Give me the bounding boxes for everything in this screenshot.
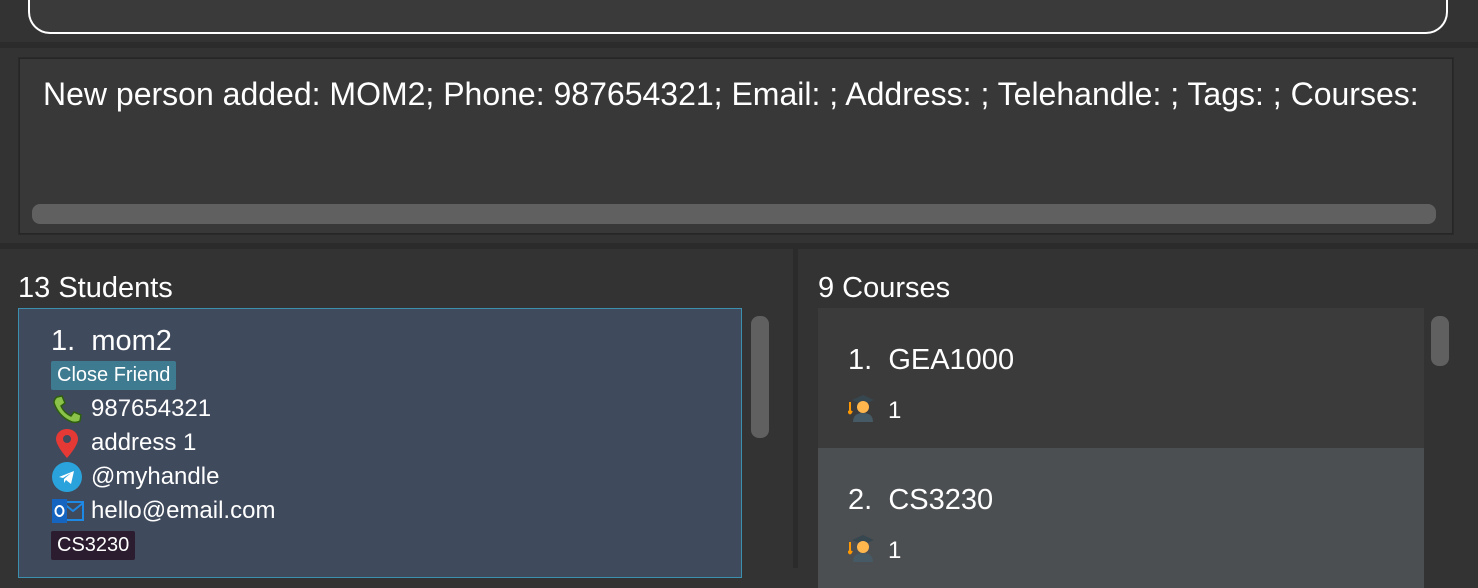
result-horizontal-scrollbar[interactable] <box>32 204 1436 224</box>
student-card[interactable]: 1. mom2 Close Friend 987654321 address 1… <box>18 308 742 578</box>
phone-icon <box>51 393 85 425</box>
student-name: 1. mom2 <box>51 325 172 358</box>
course-student-count: 1 <box>847 532 902 569</box>
address-value: address 1 <box>91 429 197 456</box>
result-display: New person added: MOM2; Phone: 987654321… <box>18 57 1454 235</box>
student-index: 1. <box>51 325 76 357</box>
course-name: 2. CS3230 <box>848 484 993 517</box>
student-icon <box>847 532 878 569</box>
course-student-count: 1 <box>847 392 902 429</box>
panel-separator <box>0 243 1478 249</box>
command-separator <box>0 42 1478 48</box>
course-card[interactable]: 2. CS3230 1 <box>818 448 1424 588</box>
column-separator <box>793 249 798 568</box>
outlook-mail-icon <box>51 495 85 527</box>
course-code: CS3230 <box>888 484 994 516</box>
student-name-text: mom2 <box>91 325 172 357</box>
address-row: address 1 <box>51 427 196 459</box>
map-pin-icon <box>51 427 85 459</box>
tag-course: CS3230 <box>51 531 136 560</box>
result-message: New person added: MOM2; Phone: 987654321… <box>43 76 1419 112</box>
telehandle-value: @myhandle <box>91 463 220 490</box>
course-count-value: 1 <box>888 396 902 424</box>
students-vertical-scrollbar[interactable] <box>751 316 769 438</box>
course-name: 1. GEA1000 <box>848 344 1014 377</box>
courses-vertical-scrollbar[interactable] <box>1431 316 1449 366</box>
courses-count-title: 9 Courses <box>818 272 951 304</box>
student-icon <box>847 392 878 429</box>
telehandle-row: @myhandle <box>51 461 219 493</box>
students-count-title: 13 Students <box>18 272 173 304</box>
phone-row: 987654321 <box>51 393 211 425</box>
phone-value: 987654321 <box>91 395 212 422</box>
course-code: GEA1000 <box>888 344 1015 376</box>
course-card[interactable]: 1. GEA1000 1 <box>818 308 1424 448</box>
tag-close-friend: Close Friend <box>51 361 177 390</box>
command-input[interactable] <box>28 0 1448 34</box>
course-index: 2. <box>848 484 873 516</box>
telegram-icon <box>51 461 85 493</box>
course-index: 1. <box>848 344 873 376</box>
email-row: hello@email.com <box>51 495 275 527</box>
course-count-value: 1 <box>888 536 902 564</box>
email-value: hello@email.com <box>91 497 276 524</box>
